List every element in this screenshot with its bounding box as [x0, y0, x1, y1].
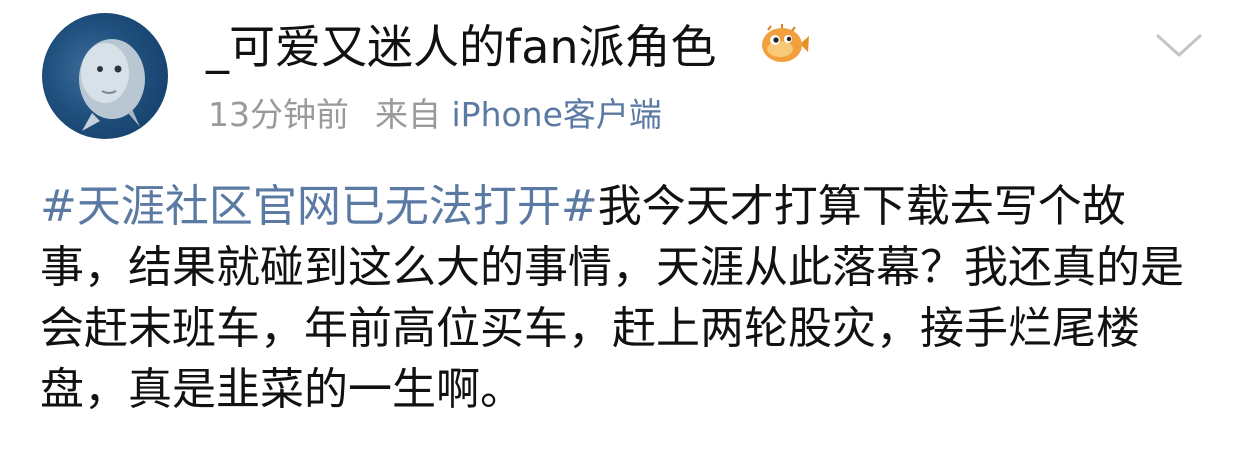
avatar[interactable] [42, 13, 168, 139]
source-label: 来自 [375, 95, 441, 134]
chevron-down-icon[interactable] [1154, 30, 1204, 60]
sunfish-avatar-image [79, 39, 145, 131]
post-time: 13分钟前 [208, 95, 349, 134]
pufferfish-badge-icon [760, 22, 810, 68]
weibo-post: _可爱又迷人的fan派角色 13分钟前 来自 iPhone客户端 #天涯社区官网已… [0, 0, 1236, 455]
post-meta: 13分钟前 来自 iPhone客户端 [208, 92, 662, 138]
client-link[interactable]: iPhone客户端 [452, 95, 662, 134]
hashtag-link[interactable]: #天涯社区官网已无法打开# [40, 181, 598, 232]
author-name[interactable]: _可爱又迷人的fan派角色 [206, 16, 717, 78]
post-content: #天涯社区官网已无法打开#我今天才打算下载去写个故事，结果就碰到这么大的事情，天… [40, 176, 1200, 420]
